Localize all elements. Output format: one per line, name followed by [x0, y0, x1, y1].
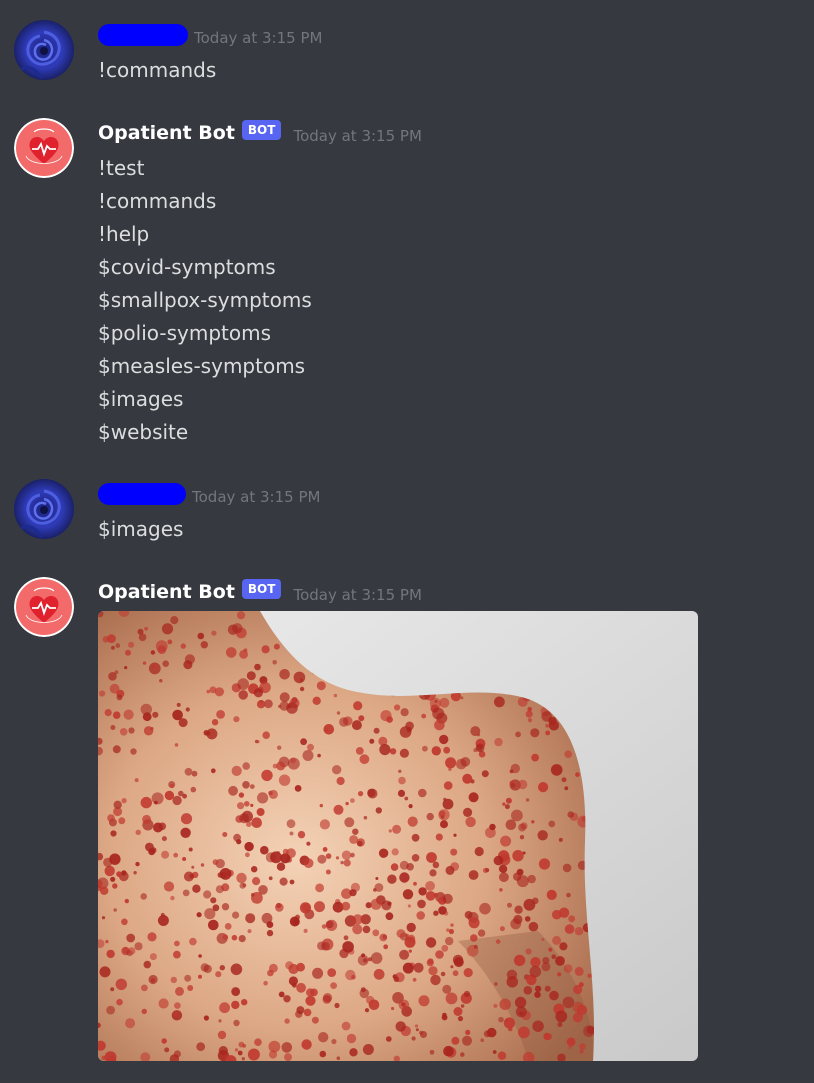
bot-avatar[interactable]: [14, 577, 74, 637]
bot-username[interactable]: Opatient Bot: [98, 122, 235, 144]
message-content: !commands: [98, 54, 216, 87]
bot-tag: BOT: [241, 579, 282, 599]
message-line: $images: [98, 517, 184, 541]
message-line: $covid-symptoms: [98, 255, 276, 279]
blue-rose-avatar-icon: [14, 20, 74, 80]
message-content: !test !commands !help $covid-symptoms $s…: [98, 152, 312, 449]
blue-rose-avatar-icon: [14, 479, 74, 539]
message-line: !commands: [98, 58, 217, 82]
message-header: Opatient Bot BOT Today at 3:15 PM: [98, 118, 422, 148]
message-line: !help: [98, 222, 150, 246]
message-line: $polio-symptoms: [98, 321, 272, 345]
message-timestamp: Today at 3:15 PM: [293, 127, 422, 145]
message-content: $images: [98, 513, 183, 546]
user-avatar[interactable]: [14, 479, 74, 539]
message-line: $smallpox-symptoms: [98, 288, 312, 312]
heart-pulse-logo-icon: [14, 118, 74, 178]
message-line: $website: [98, 420, 189, 444]
rash-skin-image: [98, 611, 698, 1061]
message-header: Today at 3:15 PM: [98, 20, 322, 50]
message-line: $images: [98, 387, 184, 411]
message-header: Today at 3:15 PM: [98, 479, 320, 509]
message-line: !test: [98, 156, 145, 180]
heart-pulse-logo-icon: [14, 577, 74, 637]
message-timestamp: Today at 3:15 PM: [194, 29, 323, 47]
user-avatar[interactable]: [14, 20, 74, 80]
message-line: !commands: [98, 189, 217, 213]
redacted-username: [98, 24, 188, 46]
bot-avatar[interactable]: [14, 118, 74, 178]
image-attachment[interactable]: [98, 611, 698, 1061]
redacted-username: [98, 483, 186, 505]
chat-messages: Today at 3:15 PM !commands Opatient Bot …: [0, 0, 814, 1083]
message-header: Opatient Bot BOT Today at 3:15 PM: [98, 577, 422, 607]
message-line: $measles-symptoms: [98, 354, 306, 378]
bot-username[interactable]: Opatient Bot: [98, 581, 235, 603]
message-timestamp: Today at 3:15 PM: [293, 586, 422, 604]
message-timestamp: Today at 3:15 PM: [192, 488, 321, 506]
bot-tag: BOT: [241, 120, 282, 140]
